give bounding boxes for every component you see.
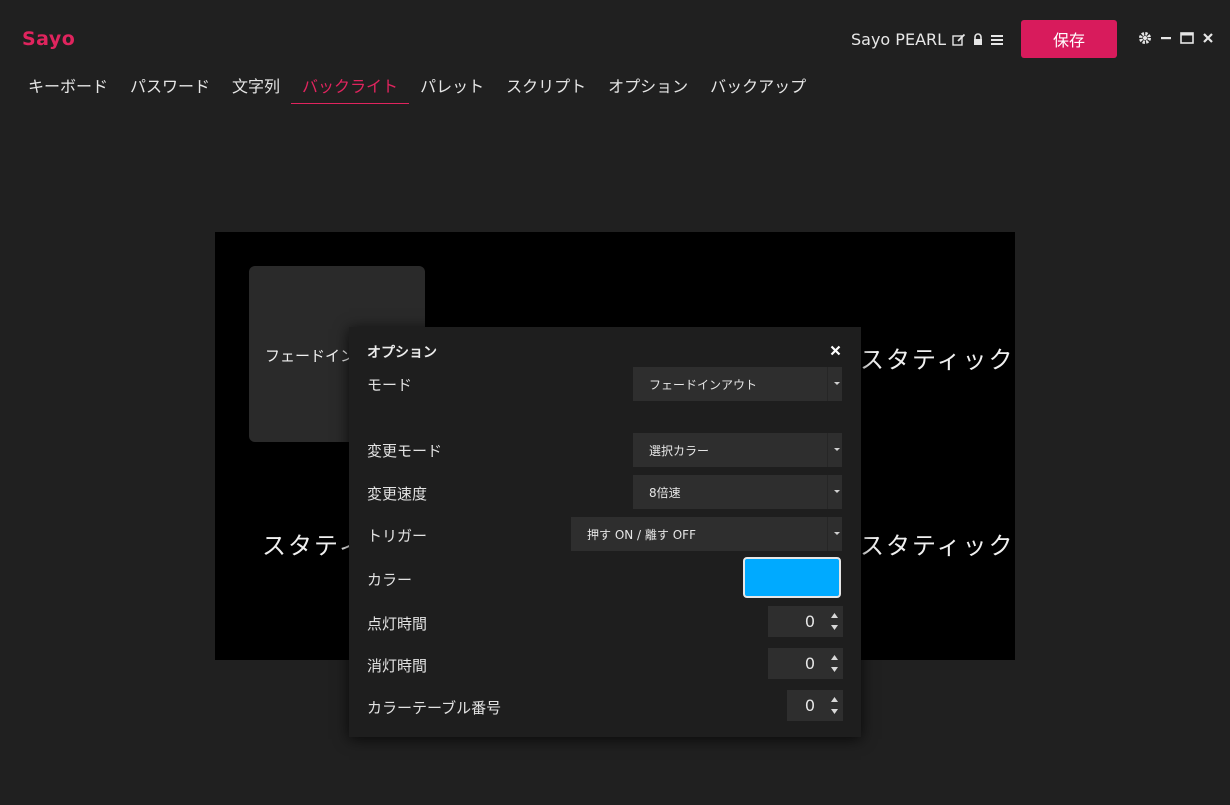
chevron-down-icon — [834, 448, 840, 451]
spin-up-icon[interactable] — [831, 655, 838, 661]
change-speed-label: 変更速度 — [367, 485, 428, 503]
off-time-value: 0 — [804, 654, 815, 673]
on-time-value: 0 — [804, 612, 815, 631]
close-icon[interactable] — [1202, 32, 1214, 44]
bottom-right-label[interactable]: スタティック — [860, 526, 1015, 561]
app-title: Sayo — [22, 28, 76, 50]
lock-icon[interactable] — [972, 33, 984, 46]
tab-keyboard[interactable]: キーボード — [28, 70, 108, 104]
color-swatch[interactable] — [743, 557, 841, 598]
trigger-select[interactable]: 押す ON / 離す OFF — [571, 517, 842, 551]
off-time-label: 消灯時間 — [367, 657, 428, 675]
dialog-title: オプション — [367, 345, 437, 361]
tab-backup[interactable]: バックアップ — [710, 70, 806, 104]
change-mode-label: 変更モード — [367, 442, 443, 460]
options-dialog: オプション モード フェードインアウト 変更モード 選択カラー 変更速度 8倍速… — [349, 327, 861, 737]
trigger-value: 押す ON / 離す OFF — [587, 527, 696, 542]
change-speed-select[interactable]: 8倍速 — [633, 475, 842, 509]
gear-icon[interactable] — [1138, 31, 1152, 45]
chevron-down-icon — [834, 490, 840, 493]
tab-bar: キーボード パスワード 文字列 バックライト パレット スクリプト オプション … — [28, 70, 828, 104]
spin-down-icon[interactable] — [831, 666, 838, 672]
mode-select[interactable]: フェードインアウト — [633, 367, 842, 401]
on-time-stepper[interactable]: 0 — [768, 606, 843, 637]
minimize-icon[interactable] — [1160, 32, 1172, 44]
off-time-stepper[interactable]: 0 — [768, 648, 843, 679]
change-mode-select[interactable]: 選択カラー — [633, 433, 842, 467]
close-icon[interactable] — [828, 343, 842, 357]
spin-down-icon[interactable] — [831, 708, 838, 714]
spin-down-icon[interactable] — [831, 624, 838, 630]
chevron-down-icon — [834, 532, 840, 535]
maximize-icon[interactable] — [1180, 32, 1194, 44]
mode-value: フェードインアウト — [649, 377, 758, 392]
color-table-label: カラーテーブル番号 — [367, 699, 502, 717]
tab-backlight[interactable]: バックライト — [291, 70, 410, 104]
mode-label: モード — [367, 376, 413, 394]
change-speed-value: 8倍速 — [649, 485, 681, 500]
tab-string[interactable]: 文字列 — [232, 70, 280, 104]
window-controls — [1138, 31, 1214, 45]
chevron-down-icon — [834, 382, 840, 385]
color-table-stepper[interactable]: 0 — [787, 690, 843, 721]
edit-icon[interactable] — [952, 33, 966, 47]
tab-options[interactable]: オプション — [608, 70, 688, 104]
menu-icon[interactable] — [990, 34, 1004, 46]
tab-palette[interactable]: パレット — [420, 70, 484, 104]
tab-script[interactable]: スクリプト — [506, 70, 586, 104]
spin-up-icon[interactable] — [831, 613, 838, 619]
trigger-label: トリガー — [367, 527, 428, 545]
change-mode-value: 選択カラー — [649, 443, 710, 458]
tab-password[interactable]: パスワード — [130, 70, 210, 104]
color-table-value: 0 — [804, 696, 815, 715]
save-button[interactable]: 保存 — [1021, 20, 1117, 58]
spin-up-icon[interactable] — [831, 697, 838, 703]
on-time-label: 点灯時間 — [367, 615, 428, 633]
device-name: Sayo PEARL — [851, 30, 947, 49]
device-selector[interactable]: Sayo PEARL — [851, 30, 1004, 49]
top-right-label[interactable]: スタティック — [860, 340, 1015, 375]
color-label: カラー — [367, 571, 413, 589]
card-label: フェードイン — [265, 347, 356, 365]
